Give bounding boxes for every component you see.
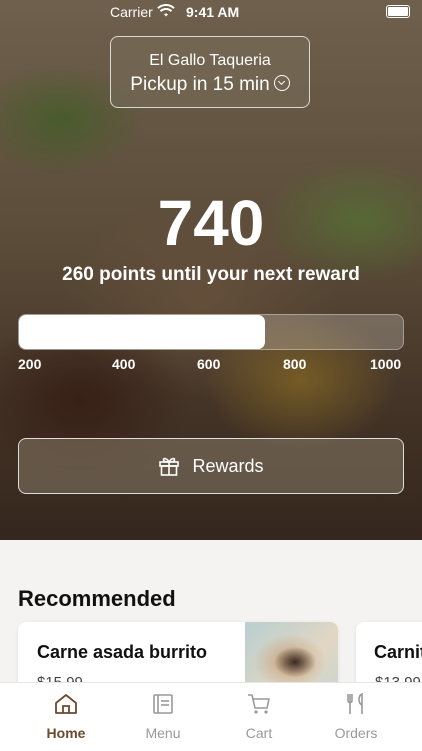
tab-menu[interactable]: Menu (118, 683, 208, 751)
carrier-label: Carrier (110, 4, 153, 20)
tab-cart[interactable]: Cart (214, 683, 304, 751)
tab-home[interactable]: Home (21, 683, 111, 751)
tab-label: Menu (145, 725, 181, 741)
home-icon (55, 694, 77, 714)
pickup-time: Pickup in 15 min (111, 74, 309, 96)
recommended-heading: Recommended (18, 586, 176, 611)
rewards-button[interactable]: Rewards (18, 438, 404, 494)
tab-bar: Home Menu Cart Orders (0, 682, 422, 751)
tab-orders[interactable]: Orders (311, 683, 401, 751)
tick-label: 1000 (370, 356, 402, 372)
tick-label: 200 (18, 356, 42, 372)
wifi-icon (157, 4, 175, 17)
item-name: Carne asada burrito (37, 642, 208, 662)
menu-icon (153, 694, 173, 714)
chevron-down-icon (273, 74, 290, 91)
rewards-button-label: Rewards (192, 455, 264, 476)
tab-label: Cart (245, 725, 273, 741)
gift-icon (159, 457, 180, 476)
points-until-reward: 260 points until your next reward (62, 264, 360, 285)
orders-icon (347, 693, 363, 714)
rewards-progress-bar (18, 314, 404, 350)
rewards-progress-fill (19, 315, 265, 349)
tab-label: Orders (334, 725, 378, 741)
tick-label: 600 (197, 356, 221, 372)
clock: 9:41 AM (186, 4, 240, 20)
status-bar: Carrier 9:41 AM (0, 0, 422, 24)
tick-label: 800 (283, 356, 307, 372)
hero-banner: Carrier 9:41 AM El Gallo Taqueria Pickup… (0, 0, 422, 540)
tab-label: Home (46, 725, 86, 741)
points-total: 740 (157, 187, 265, 259)
cart-icon (248, 694, 270, 714)
store-selector[interactable]: El Gallo Taqueria Pickup in 15 min (110, 36, 310, 108)
item-name: Carnitas (374, 642, 422, 662)
store-name: El Gallo Taqueria (149, 52, 271, 69)
tick-label: 400 (112, 356, 136, 372)
progress-ticks: 200 400 600 800 1000 (0, 356, 422, 374)
battery-icon (386, 5, 410, 18)
